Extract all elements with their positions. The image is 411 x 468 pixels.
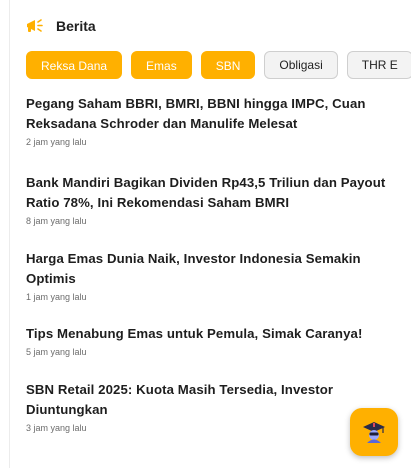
- news-time: 3 jam yang lalu: [26, 423, 87, 433]
- chip-sbn[interactable]: SBN: [200, 51, 256, 79]
- news-time: 1 jam yang lalu: [26, 292, 87, 302]
- education-fab-button[interactable]: [350, 408, 398, 456]
- chip-thr[interactable]: THR E: [346, 51, 411, 79]
- news-title[interactable]: Tips Menabung Emas untuk Pemula, Simak C…: [26, 324, 391, 344]
- news-item[interactable]: Pegang Saham BBRI, BMRI, BBNI hingga IMP…: [26, 94, 391, 173]
- chip-obligasi[interactable]: Obligasi: [264, 51, 338, 79]
- news-title[interactable]: Pegang Saham BBRI, BMRI, BBNI hingga IMP…: [26, 94, 391, 134]
- chip-emas[interactable]: Emas: [131, 51, 192, 79]
- graduation-cap-icon: [363, 422, 385, 443]
- news-list: Pegang Saham BBRI, BMRI, BBNI hingga IMP…: [26, 94, 391, 434]
- news-item[interactable]: SBN Retail 2025: Kuota Masih Tersedia, I…: [26, 380, 391, 434]
- news-time: 5 jam yang lalu: [26, 347, 87, 357]
- news-item[interactable]: Bank Mandiri Bagikan Dividen Rp43,5 Tril…: [26, 173, 391, 249]
- news-time: 8 jam yang lalu: [26, 216, 87, 226]
- megaphone-icon: [27, 19, 43, 32]
- news-title[interactable]: Bank Mandiri Bagikan Dividen Rp43,5 Tril…: [26, 173, 391, 213]
- section-title: Berita: [56, 18, 96, 34]
- news-title[interactable]: SBN Retail 2025: Kuota Masih Tersedia, I…: [26, 380, 391, 420]
- news-header: Berita: [26, 18, 96, 34]
- news-time: 2 jam yang lalu: [26, 137, 87, 147]
- news-item[interactable]: Tips Menabung Emas untuk Pemula, Simak C…: [26, 324, 391, 380]
- news-title[interactable]: Harga Emas Dunia Naik, Investor Indonesi…: [26, 249, 391, 289]
- news-item[interactable]: Harga Emas Dunia Naik, Investor Indonesi…: [26, 249, 391, 324]
- category-chips: Reksa Dana Emas SBN Obligasi THR E: [26, 51, 411, 79]
- left-divider: [9, 0, 10, 468]
- chip-reksa-dana[interactable]: Reksa Dana: [26, 51, 123, 79]
